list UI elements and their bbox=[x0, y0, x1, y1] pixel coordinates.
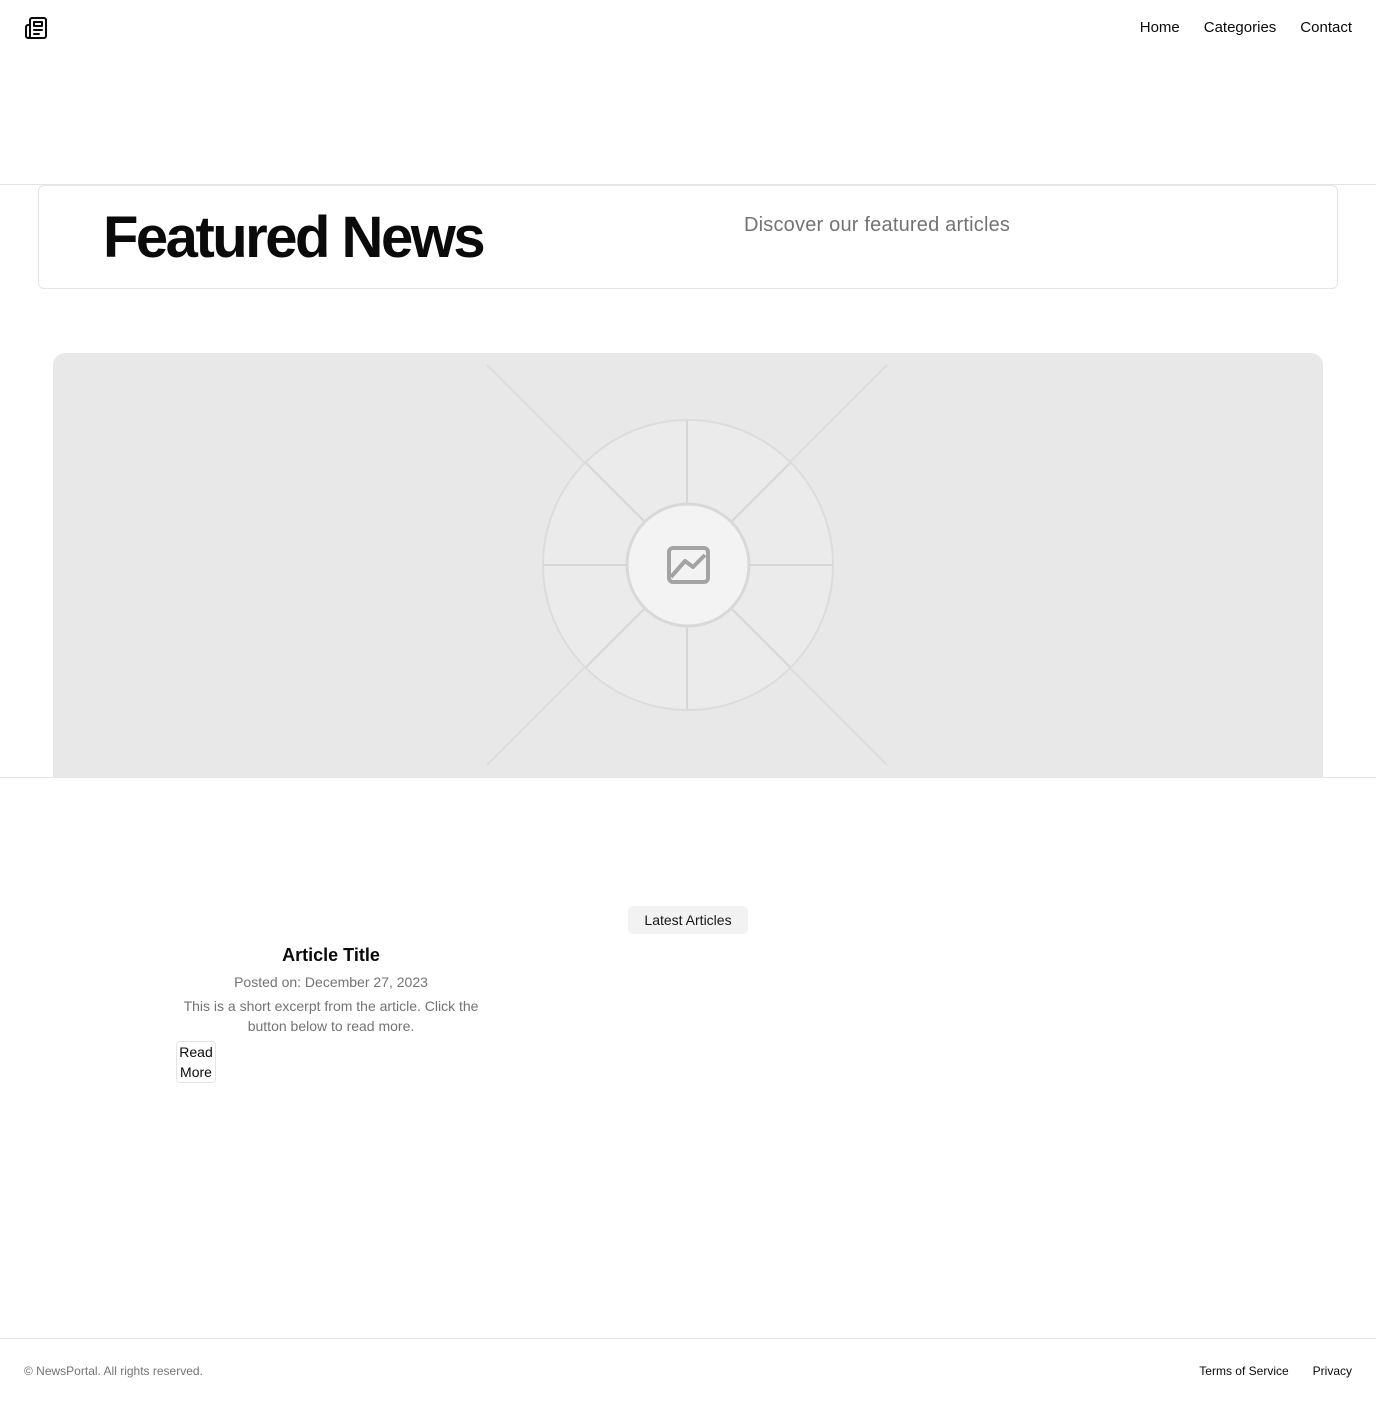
privacy-link[interactable]: Privacy bbox=[1313, 1363, 1352, 1379]
article-card: Article Title Posted on: December 27, 20… bbox=[176, 942, 486, 1036]
article-excerpt: This is a short excerpt from the article… bbox=[183, 998, 479, 1034]
article-date: Posted on: December 27, 2023 bbox=[234, 974, 428, 990]
top-navbar: Home Categories Contact bbox=[0, 0, 1376, 56]
featured-image-placeholder bbox=[53, 353, 1323, 777]
page-footer: © NewsPortal. All rights reserved. Terms… bbox=[0, 1338, 1376, 1403]
read-more-button[interactable]: Read More bbox=[176, 1041, 216, 1083]
article-title[interactable]: Article Title bbox=[176, 942, 486, 968]
nav-contact-link[interactable]: Contact bbox=[1300, 18, 1352, 38]
placeholder-graphic bbox=[486, 363, 888, 767]
featured-hero-card: Featured News Discover our featured arti… bbox=[38, 185, 1338, 289]
main-nav: Home Categories Contact bbox=[1140, 18, 1352, 38]
read-more-label-line1: Read bbox=[179, 1044, 213, 1060]
footer-nav: Terms of Service Privacy bbox=[1199, 1363, 1352, 1379]
page-title: Featured News bbox=[103, 205, 486, 270]
read-more-label-line2: More bbox=[180, 1064, 212, 1080]
copyright-text: © NewsPortal. All rights reserved. bbox=[24, 1364, 203, 1378]
divider bbox=[0, 777, 1376, 778]
hero-subtitle: Discover our featured articles bbox=[744, 214, 1011, 236]
nav-categories-link[interactable]: Categories bbox=[1204, 18, 1277, 38]
latest-articles-badge: Latest Articles bbox=[628, 906, 748, 934]
nav-home-link[interactable]: Home bbox=[1140, 18, 1180, 38]
terms-of-service-link[interactable]: Terms of Service bbox=[1199, 1363, 1288, 1379]
newspaper-icon[interactable] bbox=[24, 16, 48, 40]
